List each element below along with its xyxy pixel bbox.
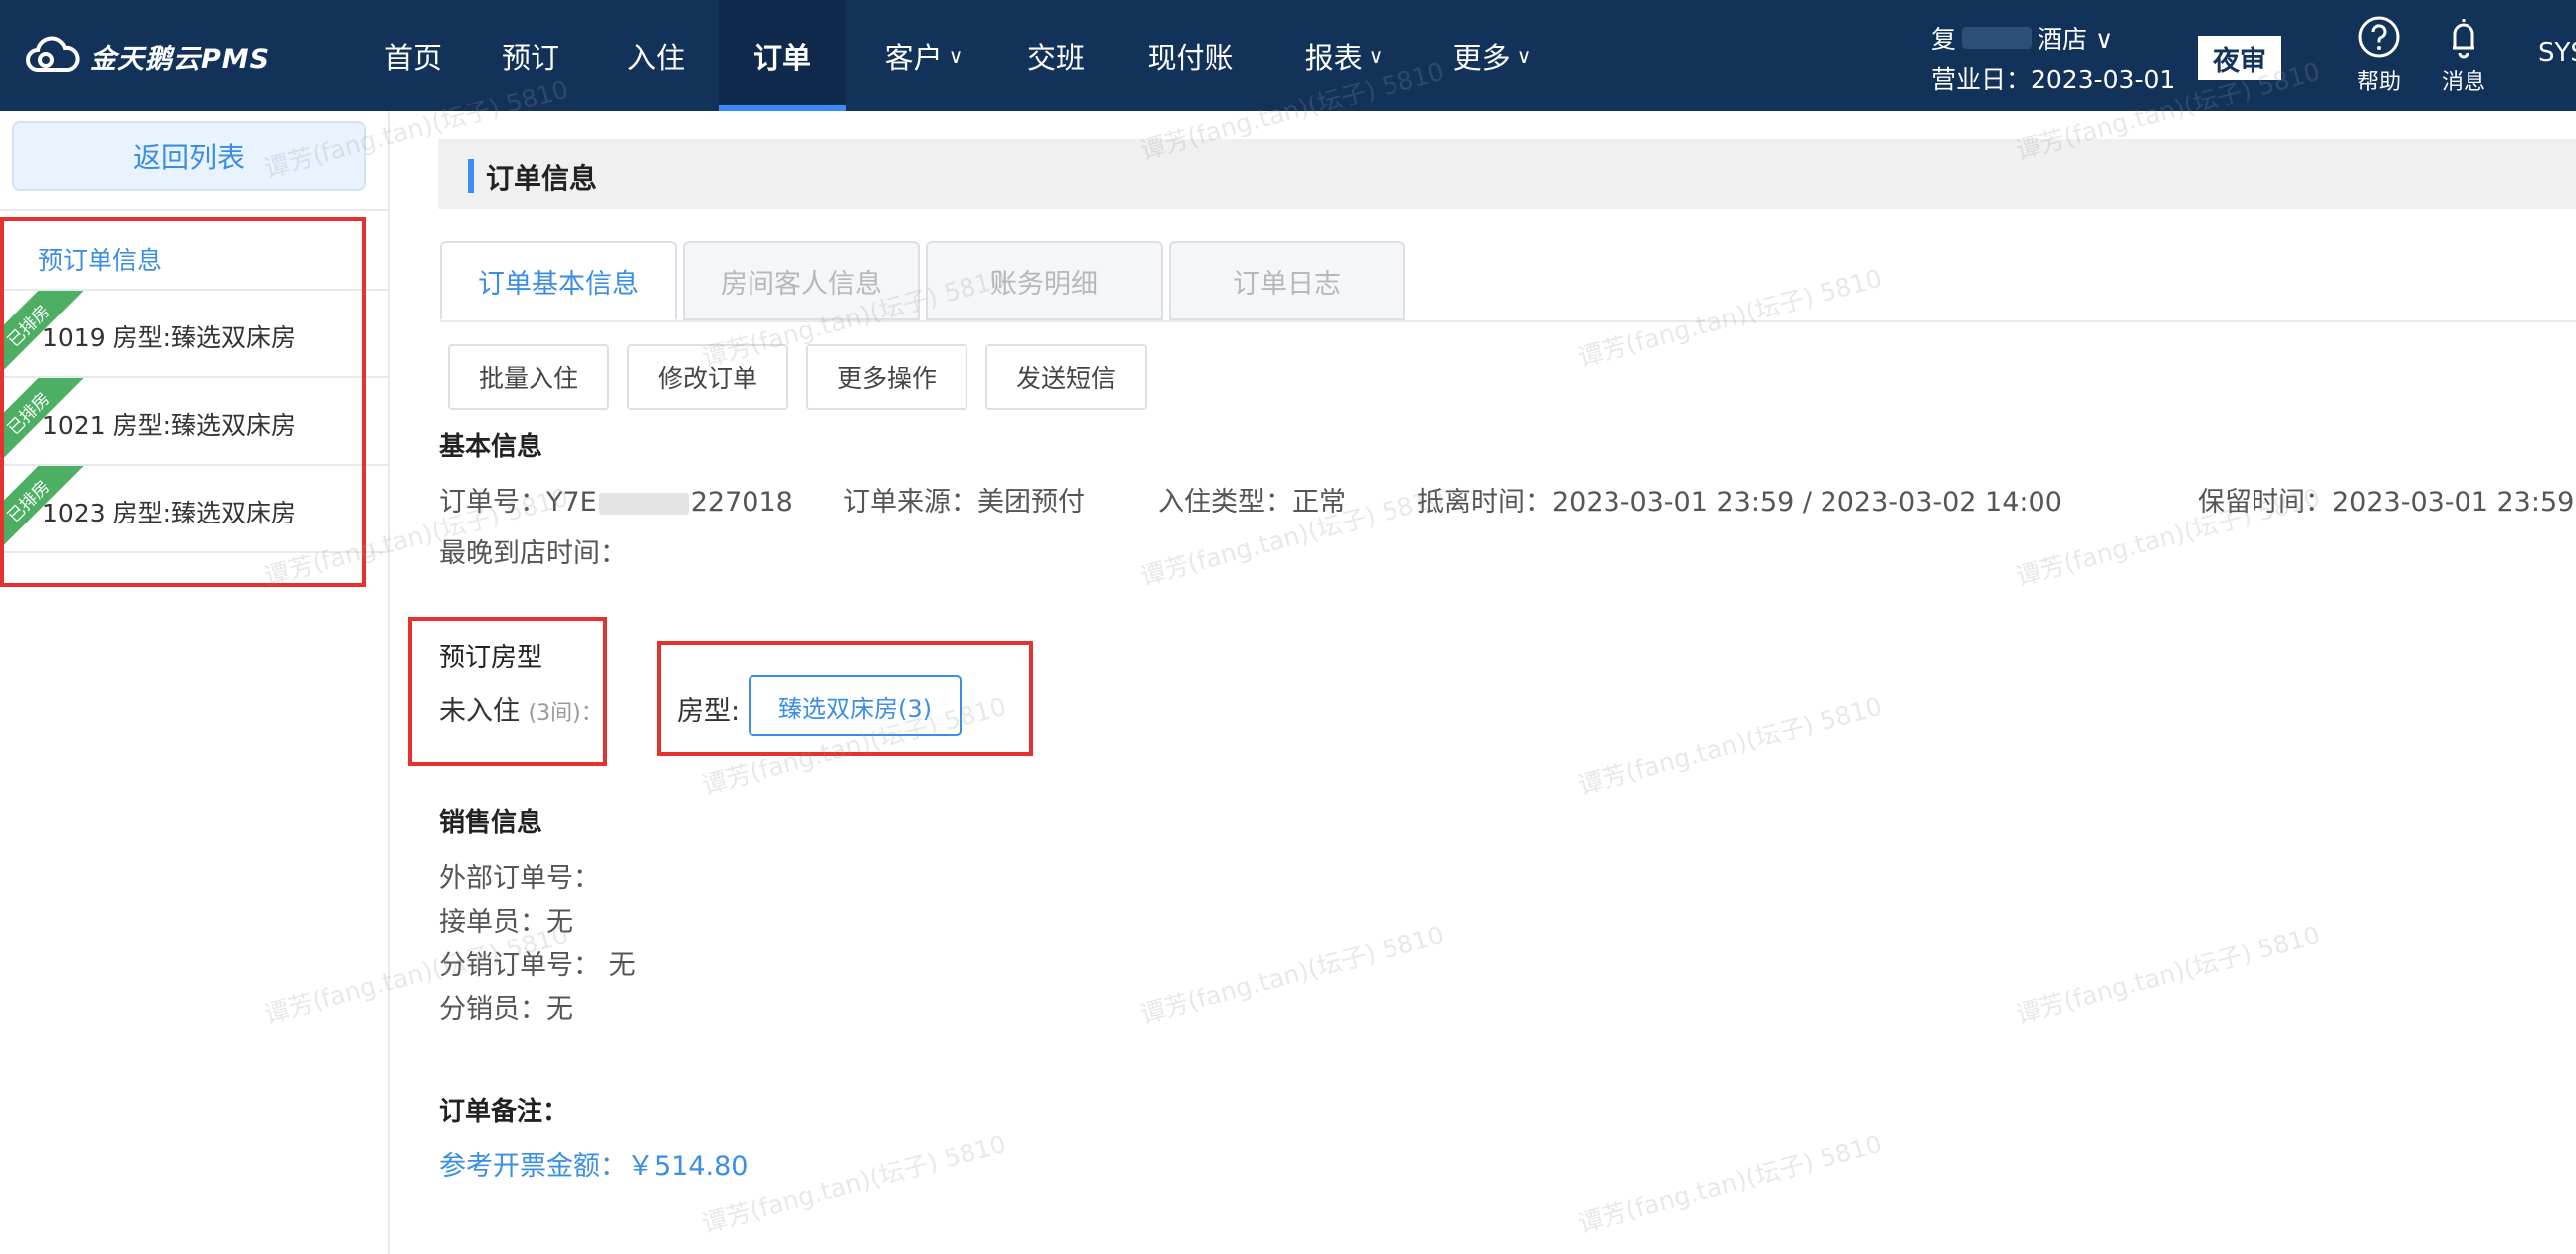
divider <box>0 209 388 211</box>
section-accent-bar <box>468 159 474 193</box>
nav-more[interactable]: 更多 ∨ <box>1417 0 1567 111</box>
order-source: 订单来源：美团预付 <box>843 487 1085 518</box>
order-info-header: 订单信息 <box>438 139 2576 209</box>
tab-basic-info[interactable]: 订单基本信息 <box>440 241 677 320</box>
sales-info-heading: 销售信息 <box>439 808 543 838</box>
not-checked-in-status: 未入住 (3间)： <box>439 696 603 727</box>
distribution-order-number: 分销订单号： 无 <box>439 950 636 981</box>
room-type-label: 房型: <box>677 696 741 727</box>
messages-button[interactable]: 消息 <box>2429 14 2498 96</box>
redacted-mask <box>598 492 689 515</box>
batch-checkin-button[interactable]: 批量入住 <box>448 344 609 410</box>
hotel-name[interactable]: 复酒店 ∨ <box>1931 20 2175 56</box>
user-menu[interactable]: SYS <box>2538 38 2576 68</box>
booked-room-type-heading: 预订房型 <box>439 643 543 673</box>
hold-time: 保留时间：2023-03-01 23:59 <box>2198 487 2575 518</box>
chevron-down-icon: ∨ <box>1516 44 1532 68</box>
business-date: 营业日：2023-03-01 <box>1931 65 2176 94</box>
invoice-amount-link[interactable]: 参考开票金额：￥514.80 <box>439 1145 748 1183</box>
more-actions-button[interactable]: 更多操作 <box>806 344 967 410</box>
external-order-number: 外部订单号： <box>439 863 600 894</box>
nav-orders[interactable]: 订单 <box>719 0 846 111</box>
nav-shift[interactable]: 交班 <box>1001 0 1111 111</box>
top-navbar: 金天鹅云PMS 首页 预订 入住 订单 客户 ∨ 交班 现付账 报表 ∨ 更多 ∨ 复… <box>0 0 2576 111</box>
watermark: 谭芳(fang.tan)(坛子) 5810 <box>1575 691 1886 801</box>
order-remark-heading: 订单备注： <box>439 1097 569 1127</box>
order-number: 订单号：Y7E 227018 <box>439 487 793 518</box>
tab-order-log[interactable]: 订单日志 <box>1169 241 1405 320</box>
nav-customers[interactable]: 客户 ∨ <box>846 0 1001 111</box>
distributor: 分销员：无 <box>439 994 573 1025</box>
chevron-down-icon: ∨ <box>948 44 964 68</box>
nav-reports[interactable]: 报表 ∨ <box>1270 0 1417 111</box>
help-icon <box>2358 16 2400 58</box>
main-nav: 首页 预订 入住 订单 客户 ∨ 交班 现付账 报表 ∨ 更多 ∨ <box>358 0 1567 111</box>
hotel-selector[interactable]: 复酒店 ∨ 营业日：2023-03-01 <box>1931 20 2175 96</box>
night-audit-button[interactable]: 夜审 <box>2196 34 2283 82</box>
room-type-button[interactable]: 臻选双床房(3) <box>749 675 962 736</box>
section-title: 订单信息 <box>486 162 598 195</box>
arrive-leave-time: 抵离时间：2023-03-01 23:59 / 2023-03-02 14:00 <box>1417 487 2062 518</box>
highlight-box <box>0 217 366 587</box>
app-logo[interactable]: 金天鹅云PMS <box>24 34 270 78</box>
nav-home[interactable]: 首页 <box>358 0 468 111</box>
latest-arrival-time: 最晚到店时间： <box>439 538 627 569</box>
redacted-mask <box>1962 27 2033 49</box>
cloud-logo-icon <box>26 36 80 72</box>
tab-guest-info[interactable]: 房间客人信息 <box>683 241 920 320</box>
nav-cash-account[interactable]: 现付账 <box>1111 0 1270 111</box>
chevron-down-icon: ∨ <box>1368 44 1384 68</box>
tab-billing-details[interactable]: 账务明细 <box>926 241 1163 320</box>
logo-text: 金天鹅云PMS <box>90 43 271 75</box>
help-button[interactable]: 帮助 <box>2344 14 2414 96</box>
send-sms-button[interactable]: 发送短信 <box>985 344 1147 410</box>
back-to-list-button[interactable]: 返回列表 <box>12 121 366 191</box>
nav-checkin[interactable]: 入住 <box>593 0 719 111</box>
order-receiver: 接单员：无 <box>439 907 573 938</box>
bell-icon <box>2453 19 2474 59</box>
basic-info-heading: 基本信息 <box>439 432 543 462</box>
watermark: 谭芳(fang.tan)(坛子) 5810 <box>2013 920 2324 1030</box>
nav-booking[interactable]: 预订 <box>468 0 593 111</box>
tab-underline <box>440 320 2576 322</box>
checkin-type: 入住类型：正常 <box>1158 487 1346 518</box>
watermark: 谭芳(fang.tan)(坛子) 5810 <box>1137 920 1448 1030</box>
edit-order-button[interactable]: 修改订单 <box>627 344 788 410</box>
watermark: 谭芳(fang.tan)(坛子) 5810 <box>1575 263 1886 373</box>
watermark: 谭芳(fang.tan)(坛子) 5810 <box>1575 1129 1886 1239</box>
